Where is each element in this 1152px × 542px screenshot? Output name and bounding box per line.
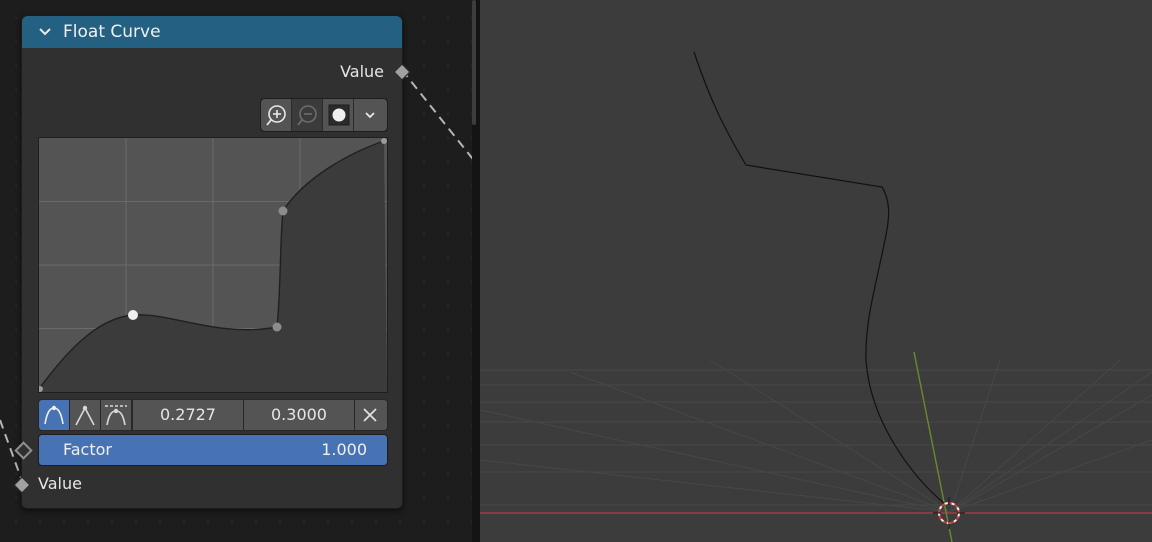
curve-graph[interactable] xyxy=(39,138,387,392)
floor-grid xyxy=(480,359,1152,513)
chevron-down-icon[interactable] xyxy=(38,26,52,38)
point-x-field[interactable]: 0.2727 xyxy=(132,399,244,431)
zoom-out-button[interactable] xyxy=(292,99,322,131)
node-title: Float Curve xyxy=(63,22,161,42)
zoom-in-icon xyxy=(266,105,286,126)
viewport-scene xyxy=(480,51,1152,542)
factor-slider[interactable]: Factor 1.000 xyxy=(38,434,388,466)
factor-socket[interactable] xyxy=(14,441,33,460)
output-value-label: Value xyxy=(340,62,384,81)
curve-specials-dropdown[interactable] xyxy=(354,99,387,131)
curve-point-settings: 0.2727 0.3000 xyxy=(38,399,388,431)
node-editor[interactable]: Float Curve Value 0.2727 0.3000 Factor 1… xyxy=(0,0,477,542)
curve-toolbar xyxy=(260,98,388,132)
curve-point[interactable] xyxy=(278,206,288,216)
chevron-down-icon xyxy=(365,112,375,119)
float-curve-node[interactable]: Float Curve Value 0.2727 0.3000 Factor 1… xyxy=(13,15,411,509)
output-socket[interactable] xyxy=(393,63,411,81)
input-value-label: Value xyxy=(38,474,82,493)
delete-point-button[interactable] xyxy=(354,399,388,431)
handle-vector-icon xyxy=(75,405,95,426)
reset-view-icon xyxy=(328,104,350,126)
handle-auto-icon xyxy=(44,405,64,425)
node-header[interactable]: Float Curve xyxy=(22,16,402,48)
handle-auto-clamped-button[interactable] xyxy=(100,399,132,431)
close-icon xyxy=(363,408,377,422)
zoom-in-button[interactable] xyxy=(261,99,291,131)
factor-label: Factor xyxy=(63,440,112,459)
point-y-field[interactable]: 0.3000 xyxy=(243,399,355,431)
curve-object xyxy=(693,51,947,506)
node-editor-scrollbar[interactable] xyxy=(472,0,476,125)
factor-value: 1.000 xyxy=(321,440,367,459)
handle-auto-clamped-icon xyxy=(105,405,127,426)
curve-mapping-widget[interactable] xyxy=(38,137,388,393)
3d-viewport[interactable] xyxy=(480,0,1152,542)
curve-point[interactable] xyxy=(272,322,282,332)
curve-point-selected[interactable] xyxy=(128,310,138,320)
handle-vector-button[interactable] xyxy=(69,399,101,431)
zoom-out-icon xyxy=(297,105,317,126)
curve-point[interactable] xyxy=(381,138,387,144)
output-link xyxy=(401,69,477,164)
reset-view-button[interactable] xyxy=(323,99,353,131)
handle-auto-button[interactable] xyxy=(38,399,70,431)
input-socket[interactable] xyxy=(13,476,31,494)
